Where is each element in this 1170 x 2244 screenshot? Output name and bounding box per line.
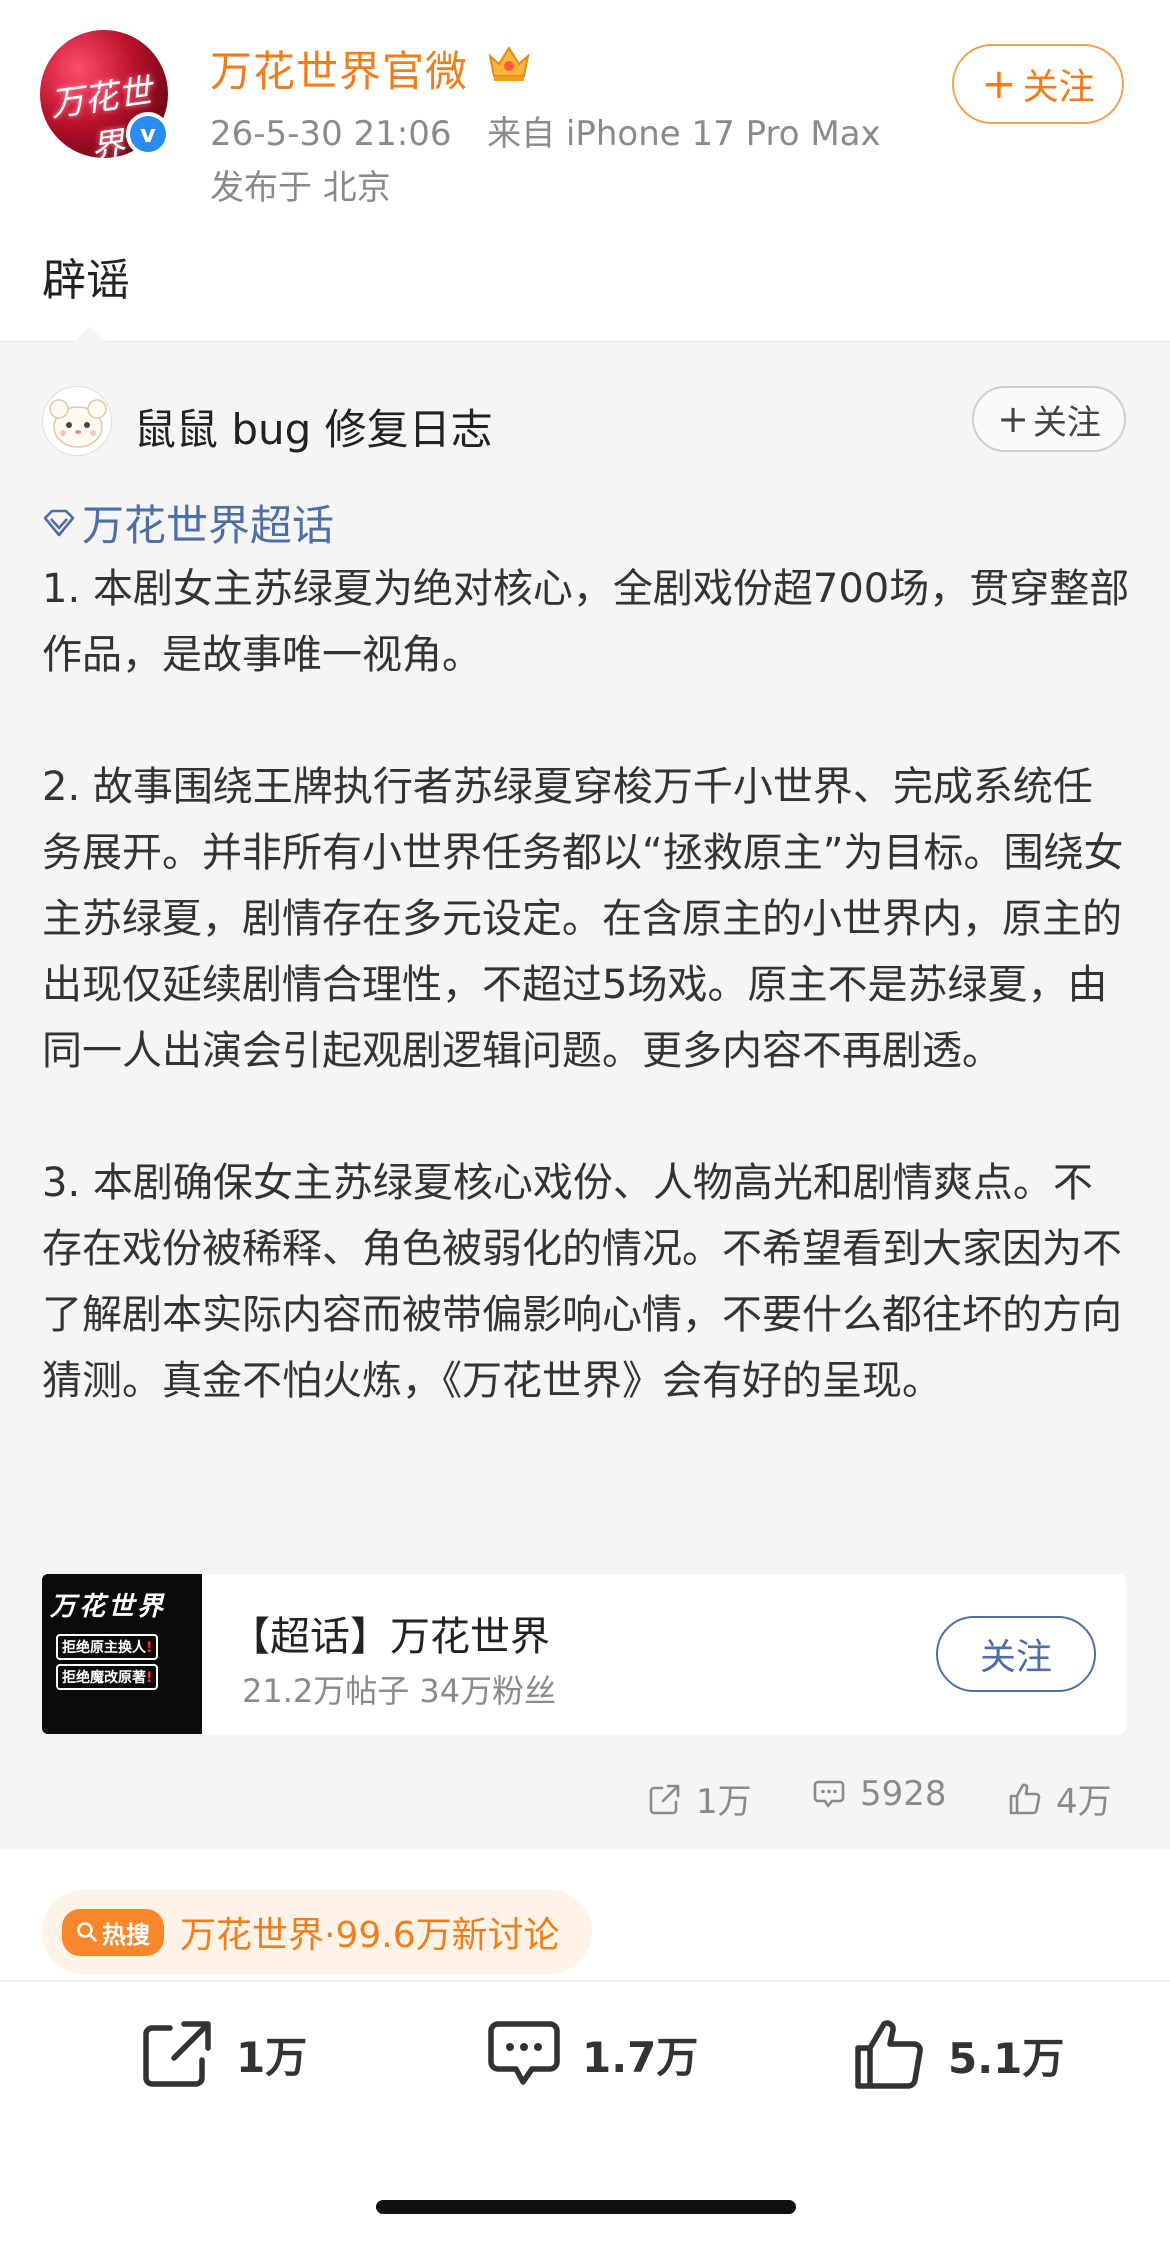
super-topic-thumbnail: 万花世界 拒绝原主换人! 拒绝魔改原著! bbox=[42, 1574, 202, 1734]
author-name[interactable]: 万花世界官微 bbox=[210, 38, 468, 99]
repost-like-count[interactable]: 4万 bbox=[1008, 1774, 1112, 1823]
comment-icon bbox=[488, 2021, 560, 2085]
like-action[interactable]: 5.1万 bbox=[852, 2018, 1064, 2092]
super-topic-card[interactable]: 万花世界 拒绝原主换人! 拒绝魔改原著! 【超话】万花世界 21.2万帖子 34… bbox=[42, 1574, 1126, 1734]
hot-search-badge: 热搜 bbox=[62, 1908, 164, 1956]
super-topic-link[interactable]: 万花世界超话 bbox=[42, 492, 334, 553]
like-count: 5.1万 bbox=[948, 2033, 1065, 2083]
hot-search-pill[interactable]: 热搜 万花世界·99.6万新讨论 bbox=[42, 1890, 592, 1974]
comment-count: 1.7万 bbox=[582, 2032, 699, 2082]
post-text: 辟谣 bbox=[42, 255, 130, 306]
repost-paragraph: 2. 故事围绕王牌执行者苏绿夏穿梭万千小世界、完成系统任务展开。并非所有小世界任… bbox=[42, 764, 1124, 1074]
share-icon bbox=[143, 2021, 211, 2087]
search-icon bbox=[77, 1922, 97, 1942]
mouse-avatar-icon bbox=[49, 399, 107, 448]
share-action[interactable]: 1万 bbox=[140, 2018, 307, 2090]
repost-author-name[interactable]: 鼠鼠 bug 修复日志 bbox=[134, 396, 493, 457]
plus-icon: + bbox=[981, 59, 1017, 108]
post-location: 发布于 北京 bbox=[210, 168, 391, 208]
post-source: 来自 iPhone 17 Pro Max bbox=[487, 114, 881, 154]
post-timestamp: 26-5-30 21:06 bbox=[210, 114, 452, 154]
super-topic-label: 万花世界超话 bbox=[82, 501, 335, 550]
repost-notch bbox=[72, 326, 108, 344]
repost-stats-bar: 1万 5928 4万 bbox=[0, 1774, 1170, 1834]
repost-share-count[interactable]: 1万 bbox=[648, 1774, 752, 1823]
super-topic-title: 【超话】万花世界 bbox=[230, 1614, 550, 1660]
follow-button-label: 关注 bbox=[1022, 67, 1095, 108]
repost-comment-count[interactable]: 5928 bbox=[812, 1774, 947, 1814]
repost-body: 1. 本剧女主苏绿夏为绝对核心，全剧戏份超700场，贯穿整部作品，是故事唯一视角… bbox=[42, 556, 1132, 1414]
repost-paragraph: 1. 本剧女主苏绿夏为绝对核心，全剧戏份超700场，贯穿整部作品，是故事唯一视角… bbox=[42, 566, 1130, 678]
thumbnail-slogan: 拒绝原主换人! bbox=[56, 1634, 159, 1660]
thumbnail-title: 万花世界 bbox=[50, 1592, 167, 1622]
home-indicator[interactable] bbox=[376, 2200, 796, 2214]
follow-button[interactable]: + 关注 bbox=[952, 44, 1124, 124]
comment-icon bbox=[813, 1780, 845, 1808]
repost-paragraph: 3. 本剧确保女主苏绿夏核心戏份、人物高光和剧情爽点。不存在戏份被稀释、角色被弱… bbox=[42, 1160, 1122, 1404]
repost-author-avatar[interactable] bbox=[42, 386, 112, 456]
verified-badge-icon: v bbox=[126, 112, 170, 156]
repost-follow-label: 关注 bbox=[1032, 402, 1101, 443]
repost-follow-button[interactable]: + 关注 bbox=[972, 386, 1126, 452]
share-count: 1万 bbox=[236, 2032, 308, 2082]
plus-icon: + bbox=[997, 397, 1029, 441]
comment-action[interactable]: 1.7万 bbox=[486, 2018, 698, 2090]
post-meta: 26-5-30 21:06 来自 iPhone 17 Pro Max bbox=[210, 106, 881, 155]
share-icon bbox=[649, 1784, 680, 1814]
diamond-icon bbox=[43, 509, 75, 536]
thumbs-up-icon bbox=[855, 2020, 923, 2089]
divider bbox=[0, 1980, 1170, 1982]
thumbnail-slogan: 拒绝魔改原著! bbox=[56, 1664, 159, 1690]
crown-icon bbox=[488, 46, 530, 81]
super-topic-stats: 21.2万帖子 34万粉丝 bbox=[242, 1672, 557, 1710]
hot-search-text: 万花世界·99.6万新讨论 bbox=[180, 1915, 560, 1956]
thumbs-up-icon bbox=[1009, 1783, 1041, 1814]
super-topic-follow-button[interactable]: 关注 bbox=[936, 1616, 1096, 1692]
